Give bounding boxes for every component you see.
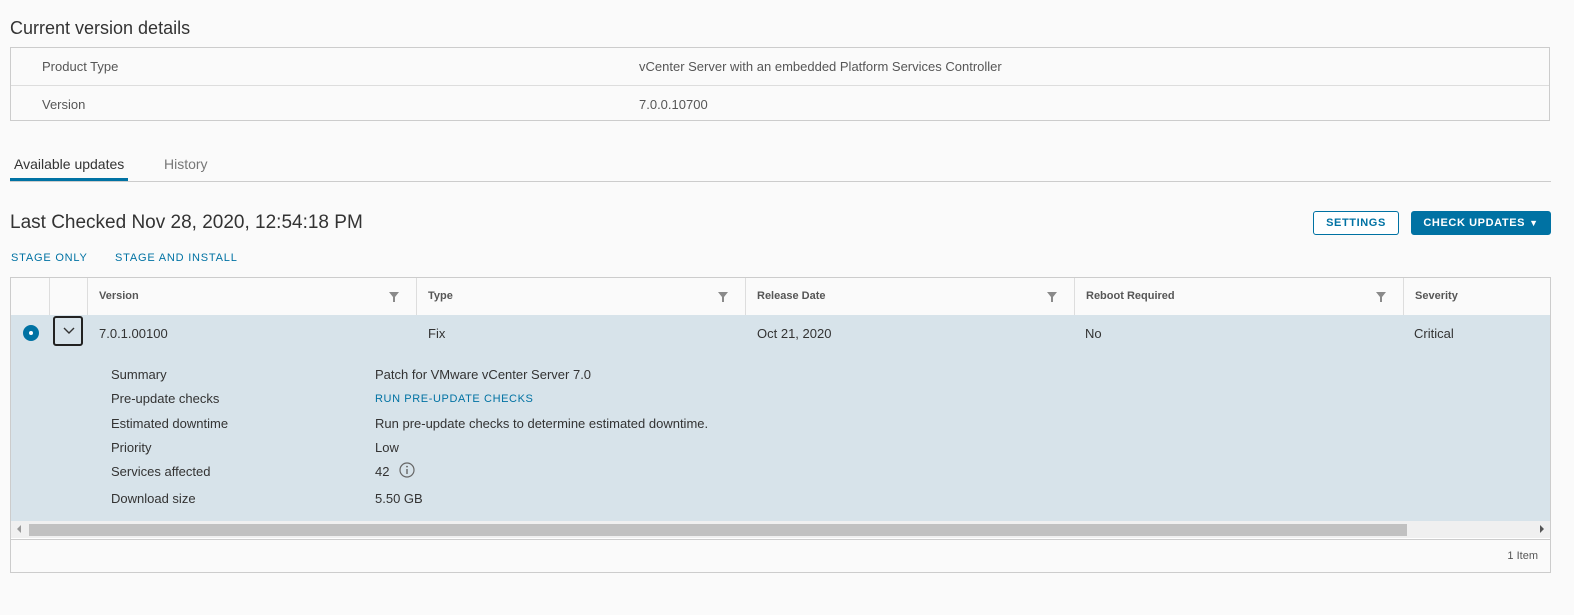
downtime-label: Estimated downtime — [111, 416, 229, 431]
column-header-version[interactable]: Version — [87, 278, 417, 315]
column-header-release-date[interactable]: Release Date — [745, 278, 1075, 315]
current-version-table: Product Type vCenter Server with an embe… — [10, 47, 1550, 121]
row-select-radio[interactable] — [23, 325, 39, 341]
product-type-row: Product Type vCenter Server with an embe… — [11, 48, 1549, 85]
product-type-value: vCenter Server with an embedded Platform… — [639, 59, 1002, 74]
filter-icon[interactable] — [389, 292, 399, 302]
item-count: 1 Item — [1507, 550, 1538, 562]
cell-version: 7.0.1.00100 — [99, 326, 168, 341]
stage-and-install-link[interactable]: STAGE AND INSTALL — [115, 252, 238, 264]
table-row[interactable]: 7.0.1.00100 Fix Oct 21, 2020 No Critical… — [11, 315, 1550, 521]
services-affected-label: Services affected — [111, 464, 211, 479]
services-affected-value: 42 — [375, 464, 390, 479]
updates-grid: Version Type Release Date Reboot Require… — [10, 277, 1551, 573]
cell-severity: Critical — [1414, 326, 1454, 341]
version-value: 7.0.0.10700 — [639, 97, 708, 112]
column-label: Type — [428, 290, 453, 302]
column-label: Version — [99, 290, 139, 302]
tab-bar: Available updates History — [10, 150, 1551, 182]
download-size-value: 5.50 GB — [375, 491, 423, 506]
cell-reboot-required: No — [1085, 326, 1102, 341]
column-header-type[interactable]: Type — [416, 278, 746, 315]
product-type-label: Product Type — [42, 59, 119, 74]
expand-column-header — [49, 278, 88, 315]
check-updates-label: CHECK UPDATES — [1423, 217, 1526, 229]
chevron-down-icon: ▼ — [1529, 218, 1539, 228]
grid-header: Version Type Release Date Reboot Require… — [11, 278, 1550, 316]
current-version-title: Current version details — [10, 18, 191, 38]
summary-label: Summary — [111, 367, 167, 382]
scroll-right-icon[interactable] — [1540, 525, 1544, 533]
check-updates-button[interactable]: CHECK UPDATES ▼ — [1411, 211, 1551, 235]
info-icon[interactable] — [399, 462, 415, 478]
cell-type: Fix — [428, 326, 446, 341]
tab-available-updates[interactable]: Available updates — [10, 156, 129, 181]
version-row: Version 7.0.0.10700 — [11, 85, 1549, 123]
prechecks-label: Pre-update checks — [111, 391, 220, 406]
stage-only-link[interactable]: STAGE ONLY — [11, 252, 88, 264]
horizontal-scrollbar[interactable] — [11, 521, 1550, 538]
version-label: Version — [42, 97, 86, 112]
summary-value: Patch for VMware vCenter Server 7.0 — [375, 367, 592, 382]
filter-icon[interactable] — [1376, 292, 1386, 302]
chevron-down-icon — [63, 327, 75, 334]
cell-release-date: Oct 21, 2020 — [757, 326, 832, 341]
select-column-header — [11, 278, 49, 315]
download-size-label: Download size — [111, 491, 196, 506]
tab-history[interactable]: History — [160, 156, 212, 172]
last-checked-heading: Last Checked Nov 28, 2020, 12:54:18 PM — [10, 212, 363, 233]
grid-footer: 1 Item — [11, 539, 1550, 572]
column-label: Severity — [1415, 290, 1458, 302]
run-pre-update-checks-link[interactable]: RUN PRE-UPDATE CHECKS — [375, 393, 533, 405]
column-label: Reboot Required — [1086, 290, 1175, 302]
priority-value: Low — [375, 440, 399, 455]
filter-icon[interactable] — [718, 292, 728, 302]
scrollbar-thumb[interactable] — [29, 524, 1407, 536]
settings-button[interactable]: SETTINGS — [1313, 211, 1399, 235]
column-header-severity[interactable]: Severity — [1403, 278, 1550, 315]
scroll-left-icon[interactable] — [17, 525, 21, 533]
priority-label: Priority — [111, 440, 152, 455]
column-label: Release Date — [757, 290, 826, 302]
row-expand-toggle[interactable] — [53, 316, 83, 346]
column-header-reboot-required[interactable]: Reboot Required — [1074, 278, 1404, 315]
filter-icon[interactable] — [1047, 292, 1057, 302]
downtime-value: Run pre-update checks to determine estim… — [375, 416, 709, 431]
